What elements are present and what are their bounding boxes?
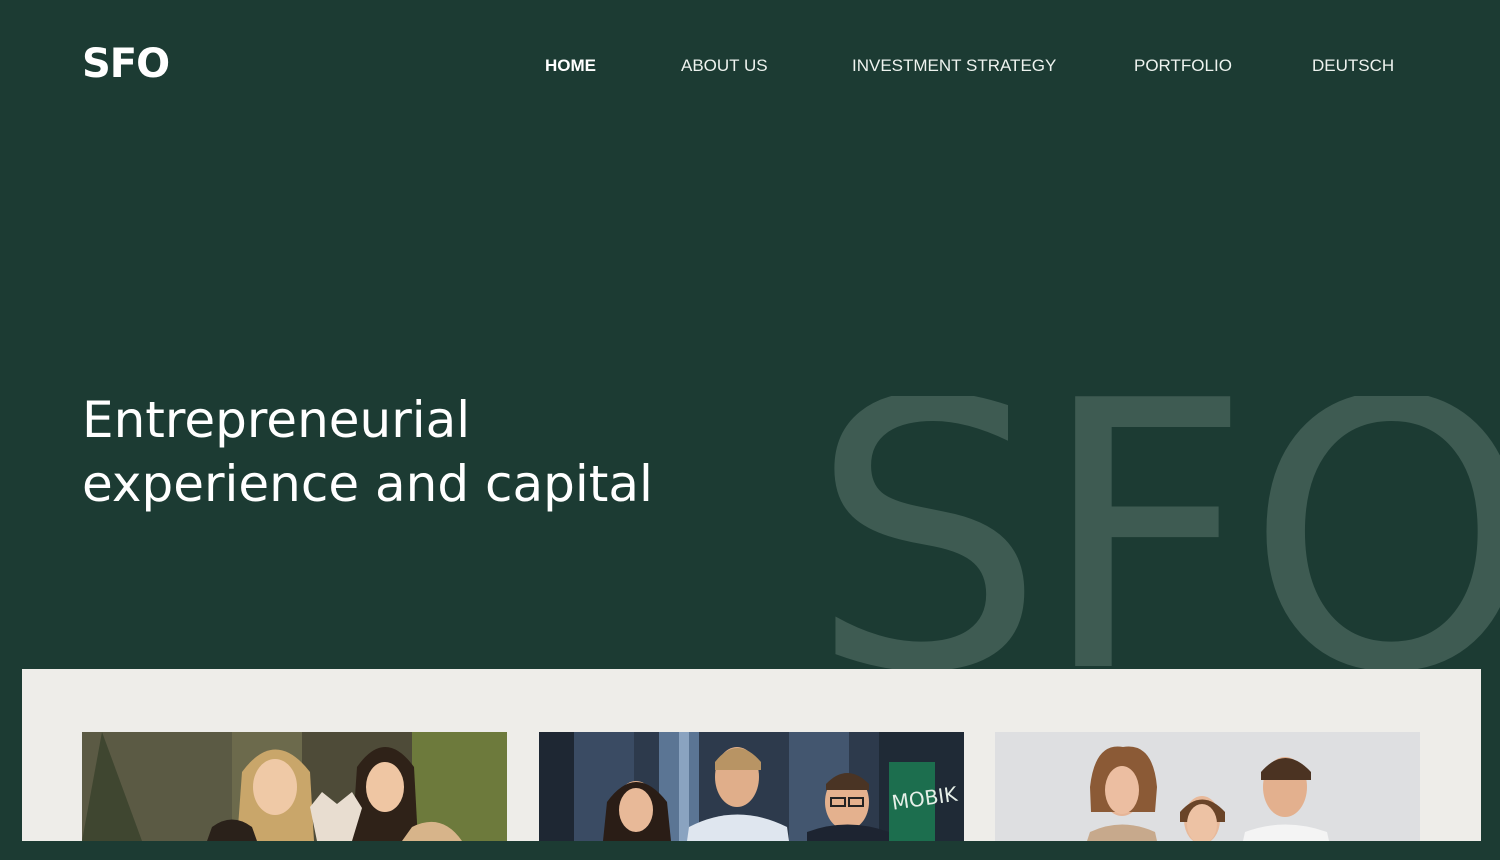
nav-about-us[interactable]: ABOUT US	[681, 56, 768, 76]
main-nav: HOME ABOUT US INVESTMENT STRATEGY PORTFO…	[0, 56, 1500, 80]
nav-investment-strategy[interactable]: INVESTMENT STRATEGY	[852, 56, 1056, 76]
hero-title: Entrepreneurial experience and capital	[82, 388, 722, 516]
team-photo-park-dogs	[82, 732, 507, 841]
sfo-watermark-graphic: SFO	[818, 396, 1500, 669]
team-photo-card-3[interactable]	[995, 732, 1420, 841]
svg-text:SFO: SFO	[818, 396, 1500, 669]
team-photo-card-1[interactable]	[82, 732, 507, 841]
hero-title-line-2: experience and capital	[82, 455, 653, 513]
nav-home[interactable]: HOME	[545, 56, 596, 76]
nav-portfolio[interactable]: PORTFOLIO	[1134, 56, 1232, 76]
team-photo-studio	[995, 732, 1420, 841]
team-cards-panel: MOBIK	[22, 669, 1481, 841]
bottom-strip	[0, 841, 1500, 860]
sfo-watermark: SFO	[818, 396, 1500, 669]
hero-title-line-1: Entrepreneurial	[82, 391, 471, 449]
site-header: SFO HOME ABOUT US INVESTMENT STRATEGY PO…	[0, 0, 1500, 130]
nav-language-deutsch[interactable]: DEUTSCH	[1312, 56, 1394, 76]
team-photo-office-mobik: MOBIK	[539, 732, 964, 841]
team-photo-card-2[interactable]: MOBIK	[539, 732, 964, 841]
